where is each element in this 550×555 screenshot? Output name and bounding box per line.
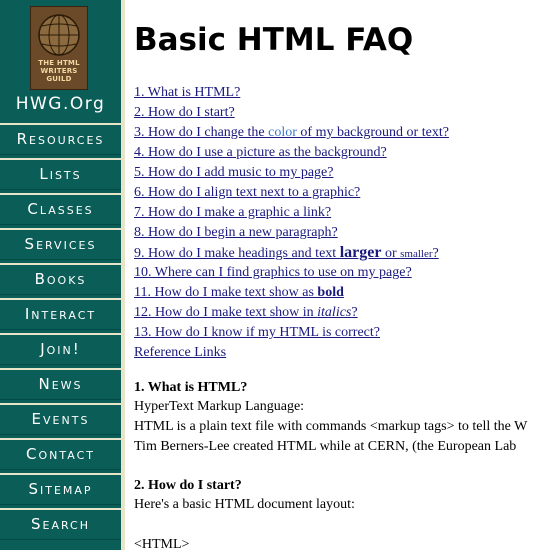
nav-sitemap[interactable]: Sitemap [0, 473, 121, 505]
logo-line: GUILD [46, 75, 72, 83]
logo-line: THE HTML [38, 59, 80, 67]
faq-link-11[interactable]: 11. How do I make text show as bold [134, 283, 449, 303]
nav-events[interactable]: Events [0, 403, 121, 435]
faq-text: 9. How do I make headings and text [134, 246, 340, 261]
faq-link-1[interactable]: 1. What is HTML? [134, 83, 449, 103]
faq-link-6[interactable]: 6. How do I align text next to a graphic… [134, 183, 449, 203]
section-title: 2. How do I start? [134, 478, 242, 493]
nav-services[interactable]: Services [0, 228, 121, 260]
faq-text: ? [432, 246, 439, 261]
faq-link-7[interactable]: 7. How do I make a graphic a link? [134, 203, 449, 223]
globe-icon [38, 14, 80, 56]
paragraph: HTML is a plain text file with commands … [134, 419, 528, 434]
nav-join[interactable]: Join! [0, 333, 121, 365]
faq-link-10[interactable]: 10. Where can I find graphics to use on … [134, 263, 449, 283]
faq-text: 12. How do I make text show in [134, 305, 318, 320]
sidebar: THE HTML WRITERS GUILD HWG.Org Resources… [0, 0, 121, 550]
nav-interact[interactable]: Interact [0, 298, 121, 330]
faq-link-2[interactable]: 2. How do I start? [134, 103, 449, 123]
nav-books[interactable]: Books [0, 263, 121, 295]
faq-link-4[interactable]: 4. How do I use a picture as the backgro… [134, 143, 449, 163]
faq-link-13[interactable]: 13. How do I know if my HTML is correct? [134, 323, 449, 343]
faq-text: ? [351, 305, 358, 320]
site-name[interactable]: HWG.Org [0, 94, 121, 114]
faq-content: 1. What is HTML? HyperText Markup Langua… [134, 379, 550, 555]
faq-link-5[interactable]: 5. How do I add music to my page? [134, 163, 449, 183]
reference-links[interactable]: Reference Links [134, 343, 449, 363]
code-line: <HTML> [134, 537, 190, 552]
paragraph: HyperText Markup Language: [134, 399, 305, 414]
faq-link-8[interactable]: 8. How do I begin a new paragraph? [134, 223, 449, 243]
faq-color-word: color [268, 125, 297, 140]
nav-classes[interactable]: Classes [0, 193, 121, 225]
faq-link-3[interactable]: 3. How do I change the color of my backg… [134, 123, 449, 143]
section-title: 1. What is HTML? [134, 380, 248, 395]
faq-text: or [381, 246, 401, 261]
nav-contact[interactable]: Contact [0, 438, 121, 470]
nav-resources[interactable]: Resources [0, 123, 121, 155]
faq-text: of my background or text? [296, 125, 449, 140]
paragraph: Tim Berners-Lee created HTML while at CE… [134, 439, 517, 454]
nav-lists[interactable]: Lists [0, 158, 121, 190]
logo-text: THE HTML WRITERS GUILD [33, 59, 85, 83]
sidebar-divider [121, 0, 125, 550]
nav-search[interactable]: Search [0, 508, 121, 540]
logo-line: WRITERS [40, 67, 78, 75]
faq-list: 1. What is HTML? 2. How do I start? 3. H… [134, 83, 449, 363]
faq-link-12[interactable]: 12. How do I make text show in italics? [134, 303, 449, 323]
page-title: Basic HTML FAQ [134, 22, 414, 58]
faq-italics-word: italics [317, 305, 352, 320]
faq-text: 11. How do I make text show as [134, 285, 318, 300]
faq-smaller-word: smaller [400, 248, 433, 260]
paragraph: Here's a basic HTML document layout: [134, 497, 355, 512]
hwg-logo[interactable]: THE HTML WRITERS GUILD [30, 6, 88, 90]
faq-larger-word: larger [339, 244, 382, 261]
faq-bold-word: bold [317, 285, 344, 300]
nav-news[interactable]: News [0, 368, 121, 400]
faq-link-9[interactable]: 9. How do I make headings and text large… [134, 243, 449, 263]
faq-text: 3. How do I change the [134, 125, 269, 140]
